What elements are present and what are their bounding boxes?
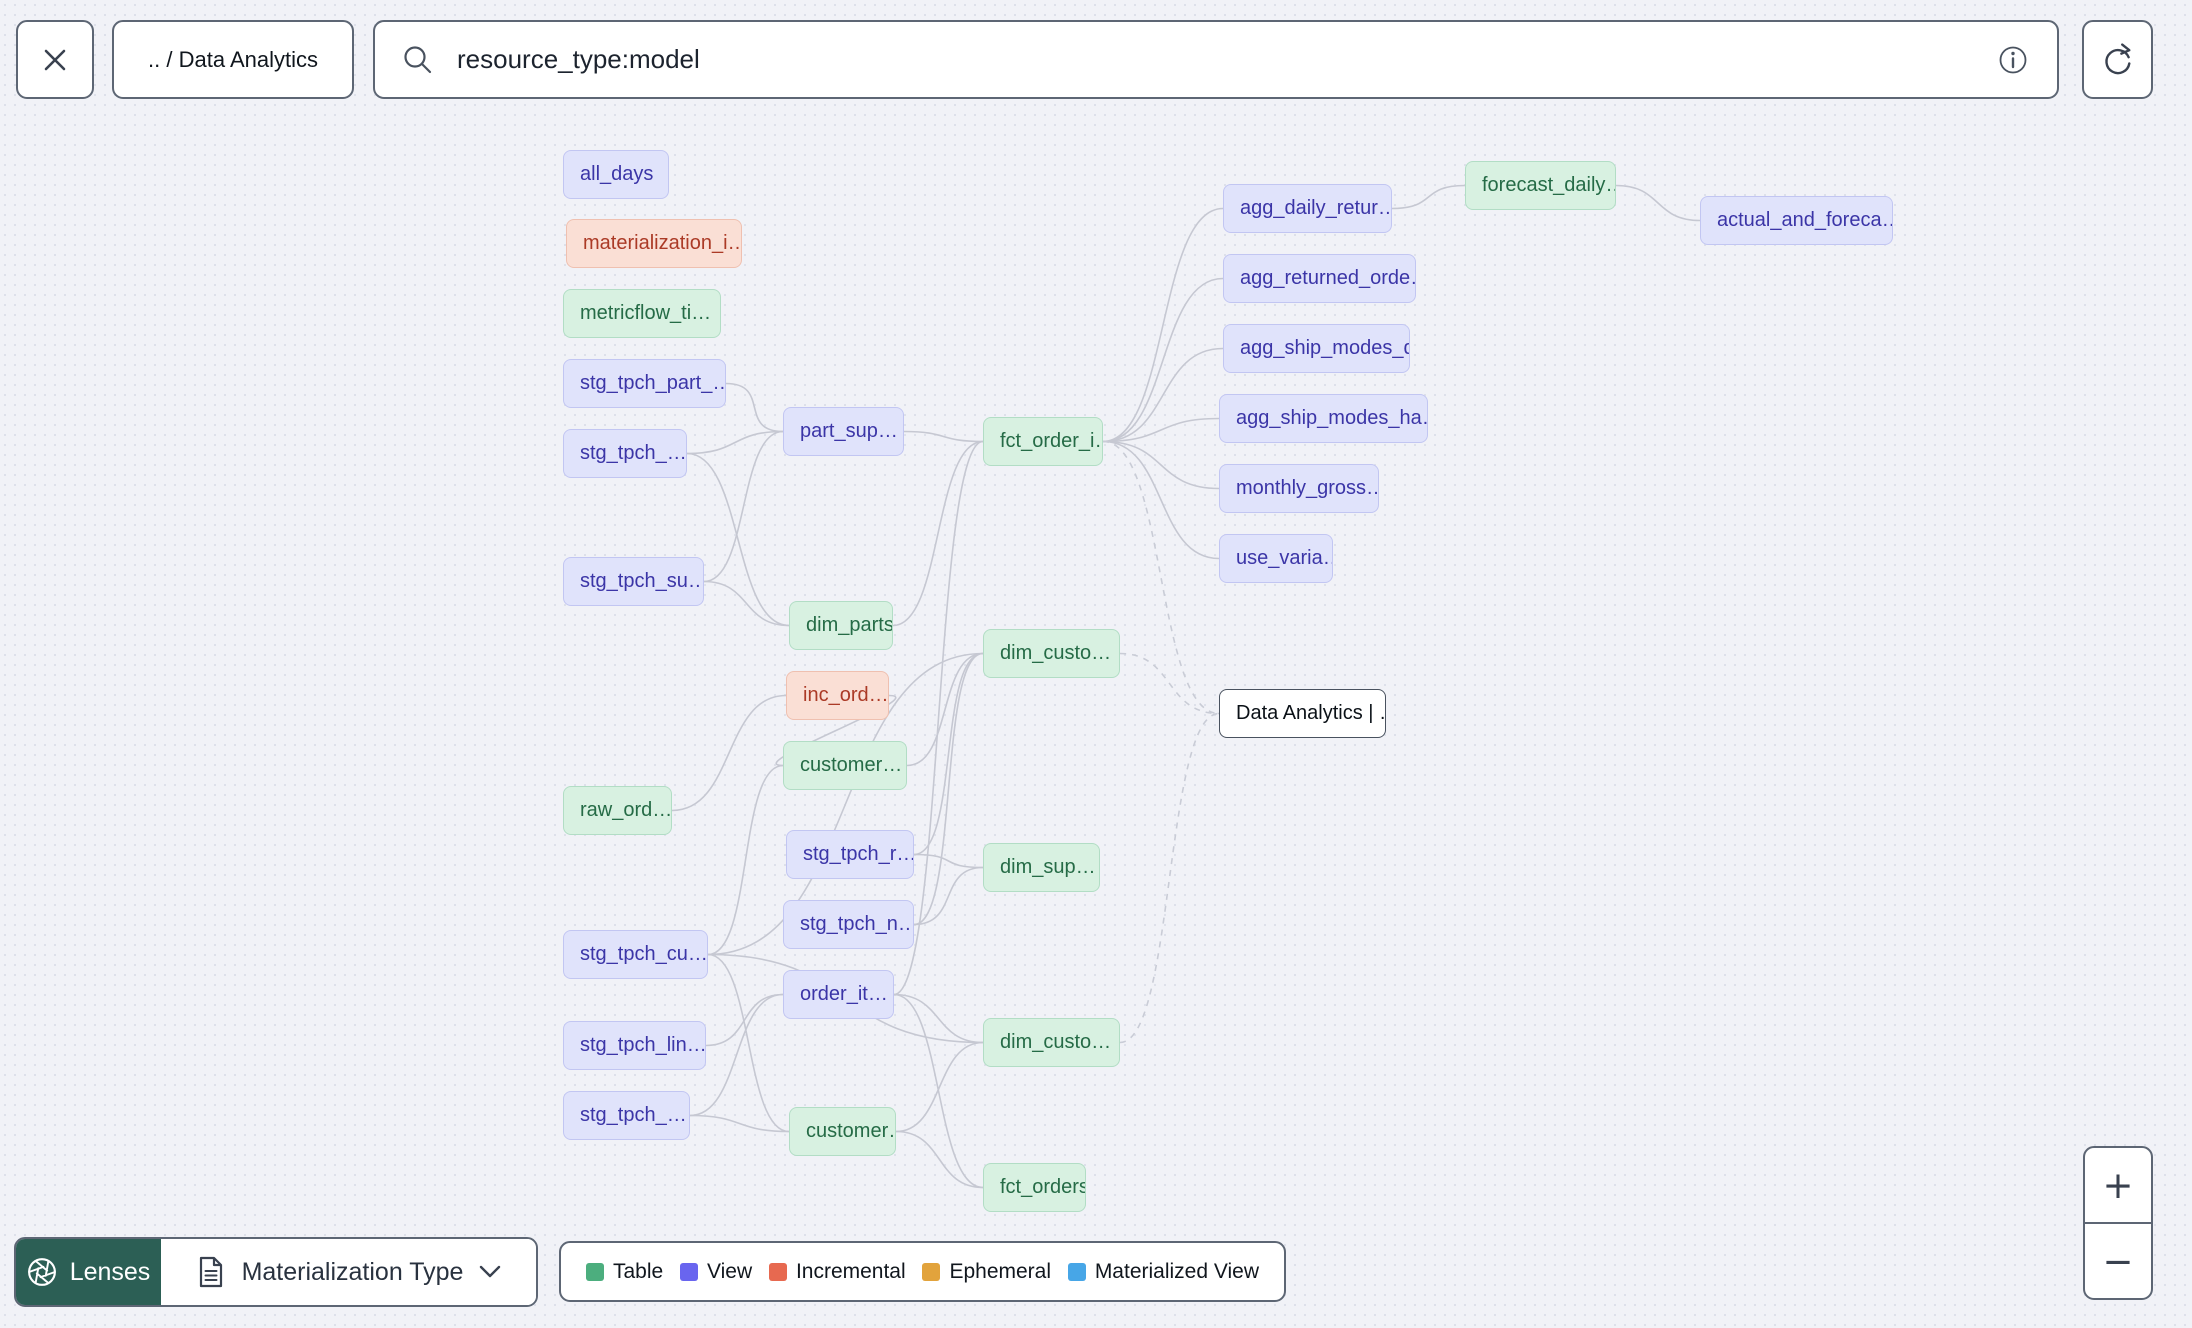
graph-node-n13[interactable]: inc_ord…	[786, 671, 889, 720]
legend-label: Ephemeral	[949, 1259, 1052, 1283]
legend-swatch	[922, 1262, 941, 1281]
breadcrumb[interactable]: .. / Data Analytics	[112, 20, 354, 99]
legend-swatch	[768, 1262, 787, 1281]
close-icon	[39, 44, 71, 76]
graph-node-n05[interactable]: stg_tpch_…	[563, 429, 687, 478]
graph-node-n14[interactable]: customer…	[783, 741, 907, 790]
lens-controls: Lenses Materialization Type	[14, 1237, 538, 1307]
graph-node-n10[interactable]: stg_tpch_…	[563, 1091, 690, 1140]
lineage-canvas[interactable]: all_days materialization_i… metricflow_ti……	[0, 0, 2192, 1328]
edge	[703, 580, 790, 627]
legend-swatch	[680, 1262, 698, 1281]
chevron-down-icon	[479, 1265, 501, 1279]
edge	[1102, 277, 1224, 443]
graph-node-n19[interactable]: fct_order_i…	[983, 417, 1103, 466]
document-icon	[196, 1255, 226, 1289]
info-icon[interactable]	[1995, 42, 2031, 78]
search-input[interactable]	[455, 43, 1975, 76]
edge	[686, 430, 784, 455]
edge	[1102, 417, 1220, 443]
graph-node-n26[interactable]: agg_ship_modes_d…	[1223, 324, 1410, 373]
edge	[893, 993, 984, 1044]
graph-node-n03[interactable]: metricflow_ti…	[563, 289, 721, 338]
graph-node-n08[interactable]: stg_tpch_cu…	[563, 930, 708, 979]
edge	[1391, 184, 1466, 210]
graph-node-n20[interactable]: dim_custo…	[983, 629, 1120, 678]
graph-node-n25[interactable]: agg_returned_orde…	[1223, 254, 1416, 303]
close-button[interactable]	[16, 20, 94, 99]
legend-item: Table	[586, 1260, 663, 1284]
graph-node-n21[interactable]: dim_sup…	[983, 843, 1100, 892]
graph-node-n02[interactable]: materialization_i…	[566, 219, 742, 268]
legend-label: Materialized View	[1094, 1259, 1259, 1283]
zoom-in-button[interactable]: +	[2085, 1148, 2151, 1222]
graph-node-n28[interactable]: monthly_gross…	[1219, 464, 1379, 513]
edge	[1615, 184, 1701, 222]
legend-item: Incremental	[768, 1259, 906, 1284]
graph-node-n32[interactable]: actual_and_foreca…	[1700, 196, 1893, 245]
edge	[892, 440, 984, 627]
legend-label: Incremental	[795, 1259, 906, 1283]
graph-node-n29[interactable]: use_varia…	[1219, 534, 1333, 583]
graph-node-n27[interactable]: agg_ship_modes_ha…	[1219, 394, 1428, 443]
edge	[913, 652, 984, 856]
search-bar[interactable]	[373, 20, 2059, 99]
legend-label: Table	[613, 1259, 664, 1283]
refresh-button[interactable]	[2082, 20, 2153, 99]
edge	[1102, 207, 1224, 443]
zoom-out-button[interactable]: −	[2085, 1222, 2151, 1298]
graph-node-n09[interactable]: stg_tpch_lin…	[563, 1021, 706, 1070]
minus-icon: −	[2102, 1239, 2134, 1283]
aperture-icon	[27, 1257, 57, 1287]
graph-node-n07[interactable]: raw_ord…	[563, 786, 672, 835]
graph-node-n31[interactable]: forecast_daily…	[1465, 161, 1616, 210]
zoom-controls: + −	[2083, 1146, 2153, 1300]
edge	[895, 1041, 984, 1133]
legend-swatch	[586, 1262, 604, 1281]
legend-swatch	[1067, 1262, 1086, 1281]
edge	[725, 382, 784, 433]
breadcrumb-label: .. / Data Analytics	[148, 46, 318, 72]
legend-item: View	[680, 1260, 752, 1284]
graph-node-n11[interactable]: part_sup…	[783, 407, 904, 456]
lens-selector[interactable]: Materialization Type	[161, 1239, 536, 1305]
lenses-button[interactable]: Lenses	[16, 1239, 161, 1305]
graph-node-n04[interactable]: stg_tpch_part_…	[563, 359, 726, 408]
graph-node-n01[interactable]: all_days	[563, 150, 669, 199]
refresh-icon	[2098, 40, 2138, 80]
edge	[1102, 440, 1220, 490]
graph-node-n22[interactable]: dim_custo…	[983, 1018, 1120, 1067]
graph-node-n30[interactable]: Data Analytics | …	[1219, 689, 1386, 738]
edge	[913, 866, 984, 926]
legend-item: Ephemeral	[922, 1260, 1051, 1284]
lens-selector-value: Materialization Type	[241, 1257, 464, 1286]
edge	[707, 764, 784, 956]
edge-dashed	[1119, 652, 1220, 715]
edge	[895, 1130, 984, 1189]
edge-dashed	[1119, 712, 1220, 1044]
lenses-label: Lenses	[69, 1257, 151, 1286]
graph-node-n24[interactable]: agg_daily_retur…	[1223, 184, 1392, 233]
legend: Table View Incremental Ephemeral Materialize…	[559, 1241, 1286, 1302]
graph-node-n15[interactable]: stg_tpch_r…	[786, 830, 914, 879]
edge	[913, 853, 984, 869]
legend-label: View	[707, 1259, 753, 1283]
edge	[906, 652, 984, 767]
graph-node-n17[interactable]: order_it…	[783, 970, 894, 1019]
graph-node-n12[interactable]: dim_parts	[789, 601, 893, 650]
edge-dashed	[1102, 440, 1220, 715]
graph-node-n16[interactable]: stg_tpch_n…	[783, 900, 914, 949]
graph-node-n23[interactable]: fct_orders	[983, 1163, 1086, 1212]
edge	[1102, 440, 1220, 560]
search-icon	[401, 43, 435, 77]
edge	[705, 993, 784, 1047]
plus-icon: +	[2102, 1163, 2134, 1207]
edge	[671, 694, 787, 812]
graph-node-n18[interactable]: customer…	[789, 1107, 896, 1156]
graph-node-n06[interactable]: stg_tpch_su…	[563, 557, 704, 606]
edge	[903, 430, 984, 443]
legend-item: Materialized View	[1067, 1259, 1259, 1284]
